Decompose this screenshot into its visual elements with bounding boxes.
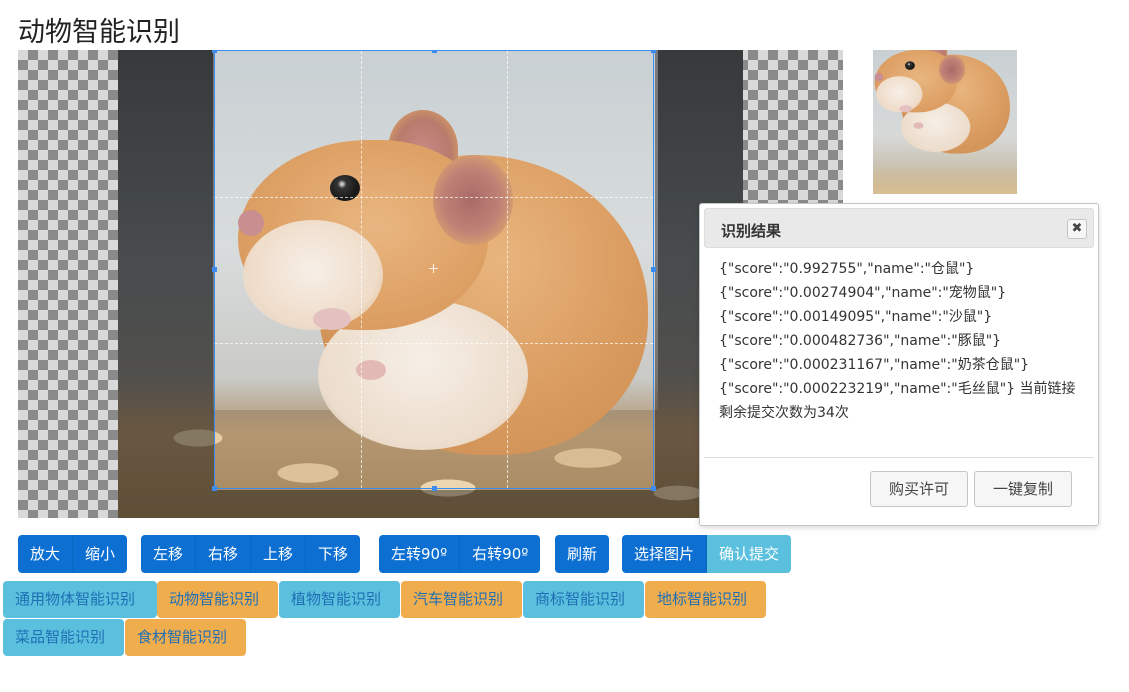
zoom-button-group: 放大 缩小	[18, 535, 128, 573]
result-dialog: 识别结果 ✖ {"score":"0.992755","name":"仓鼠"} …	[699, 203, 1099, 526]
dialog-title: 识别结果	[721, 222, 782, 240]
page-title: 动物智能识别	[18, 17, 180, 48]
zoom-in-button[interactable]: 放大	[18, 535, 74, 573]
move-down-button[interactable]: 下移	[306, 535, 361, 573]
rotate-left-button[interactable]: 左转90º	[379, 535, 461, 573]
crop-center-cross-icon	[429, 264, 439, 274]
result-line: {"score":"0.000482736","name":"豚鼠"}	[719, 333, 1002, 349]
zoom-out-button[interactable]: 缩小	[73, 535, 128, 573]
result-line: {"score":"0.000231167","name":"奶茶仓鼠"}	[719, 357, 1030, 373]
mode-dish[interactable]: 菜品智能识别	[3, 619, 124, 656]
crop-handle-ne[interactable]	[651, 50, 656, 53]
mode-car[interactable]: 汽车智能识别	[401, 581, 522, 618]
result-list: {"score":"0.992755","name":"仓鼠"} {"score…	[719, 257, 1089, 425]
move-left-button[interactable]: 左移	[141, 535, 197, 573]
copy-button[interactable]: 一键复制	[974, 471, 1072, 507]
result-line: {"score":"0.00274904","name":"宠物鼠"}	[719, 285, 1007, 301]
result-line: {"score":"0.00149095","name":"沙鼠"}	[719, 309, 993, 325]
mode-general-object[interactable]: 通用物体智能识别	[3, 581, 157, 618]
result-line: {"score":"0.000223219","name":"毛丝鼠"} 当前链…	[719, 381, 1076, 397]
mode-animal[interactable]: 动物智能识别	[157, 581, 278, 618]
refresh-button-group: 刷新	[555, 535, 610, 573]
choose-image-button[interactable]: 选择图片	[622, 535, 708, 573]
mode-ingredient[interactable]: 食材智能识别	[125, 619, 246, 656]
crop-handle-e[interactable]	[651, 267, 656, 272]
refresh-button[interactable]: 刷新	[555, 535, 610, 573]
move-up-button[interactable]: 上移	[251, 535, 307, 573]
crop-selection-box[interactable]	[212, 50, 656, 491]
move-right-button[interactable]: 右移	[196, 535, 252, 573]
rotate-button-group: 左转90º 右转90º	[379, 535, 541, 573]
rotate-right-button[interactable]: 右转90º	[460, 535, 541, 573]
crop-handle-w[interactable]	[212, 267, 217, 272]
confirm-submit-button[interactable]: 确认提交	[707, 535, 792, 573]
crop-handle-se[interactable]	[651, 486, 656, 491]
mode-logo[interactable]: 商标智能识别	[523, 581, 644, 618]
mode-landmark[interactable]: 地标智能识别	[645, 581, 766, 618]
result-line: {"score":"0.992755","name":"仓鼠"}	[719, 261, 975, 277]
close-icon[interactable]: ✖	[1067, 219, 1087, 239]
mode-plant[interactable]: 植物智能识别	[279, 581, 400, 618]
remaining-submissions: 剩余提交次数为34次	[719, 405, 849, 421]
crop-handle-n[interactable]	[432, 50, 437, 53]
buy-license-button[interactable]: 购买许可	[870, 471, 968, 507]
submit-button-group: 选择图片 确认提交	[622, 535, 792, 573]
crop-handle-sw[interactable]	[212, 486, 217, 491]
crop-preview	[873, 50, 1017, 194]
crop-handle-nw[interactable]	[212, 50, 217, 53]
dialog-header[interactable]: 识别结果 ✖	[704, 208, 1094, 248]
crop-handle-s[interactable]	[432, 486, 437, 491]
move-button-group: 左移 右移 上移 下移	[141, 535, 361, 573]
